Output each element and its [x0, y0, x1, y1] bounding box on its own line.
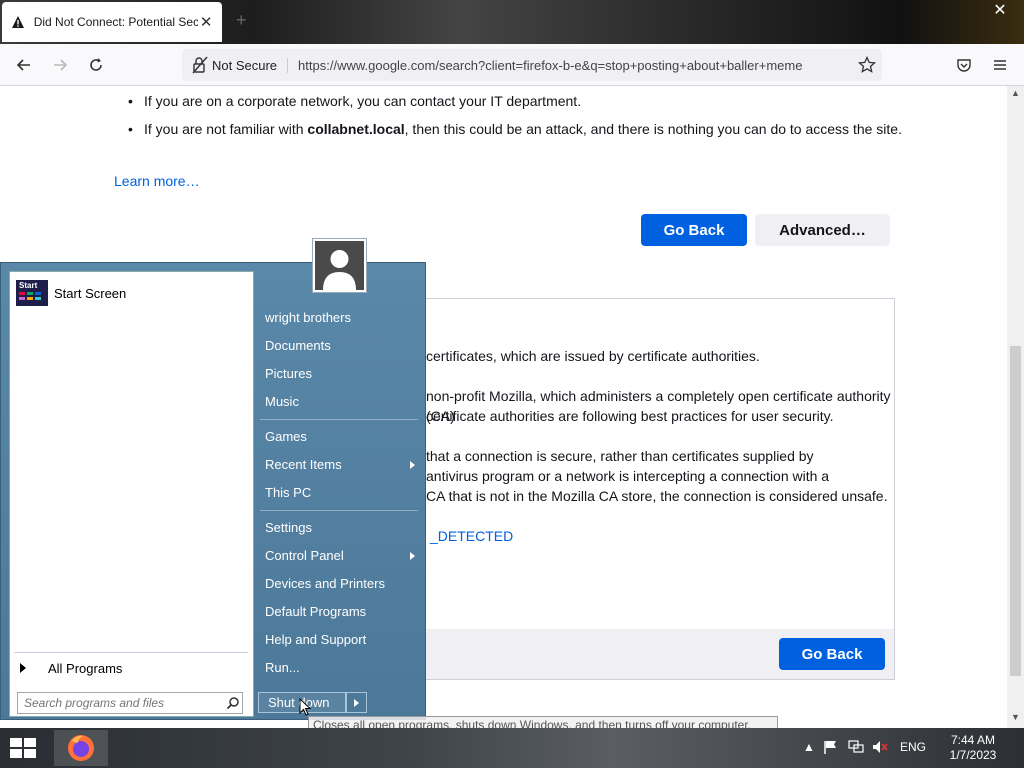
error-code-link[interactable]: _DETECTED: [430, 526, 513, 546]
active-tab[interactable]: Did Not Connect: Potential Security Issu…: [2, 2, 222, 42]
forward-icon[interactable]: [48, 53, 72, 77]
user-folder-item[interactable]: wright brothers: [265, 308, 415, 328]
pocket-icon[interactable]: [952, 53, 976, 77]
divider: [14, 652, 248, 653]
recent-items-label: Recent Items: [265, 457, 342, 472]
submenu-arrow-icon: [410, 552, 415, 560]
control-panel-label: Control Panel: [265, 548, 344, 563]
start-screen-icon: Start: [16, 280, 48, 306]
control-panel-item[interactable]: Control Panel: [265, 546, 415, 566]
search-icon[interactable]: [226, 696, 240, 710]
volume-muted-icon[interactable]: [872, 740, 888, 757]
search-programs-input[interactable]: [24, 696, 224, 710]
advice-item-attack: If you are not familiar with collabnet.l…: [128, 119, 908, 139]
expand-arrow-icon: [20, 663, 26, 673]
music-item[interactable]: Music: [265, 392, 415, 412]
divider: [260, 510, 418, 511]
action-center-flag-icon[interactable]: [823, 740, 839, 757]
submenu-arrow-icon: [410, 461, 415, 469]
help-support-item[interactable]: Help and Support: [265, 630, 415, 650]
browser-titlebar: Did Not Connect: Potential Security Issu…: [0, 0, 1024, 44]
scroll-down-icon[interactable]: ▼: [1011, 712, 1020, 722]
advice-item-corporate: If you are on a corporate network, you c…: [128, 91, 908, 111]
games-item[interactable]: Games: [265, 427, 415, 447]
back-icon[interactable]: [12, 53, 36, 77]
bookmark-star-icon[interactable]: [857, 55, 877, 74]
input-language[interactable]: ENG: [900, 740, 926, 754]
warning-icon: [10, 14, 26, 30]
window-close-button[interactable]: ✕: [990, 0, 1010, 20]
insecure-lock-icon[interactable]: [192, 56, 208, 74]
advice-text: If you are not familiar with: [144, 121, 308, 137]
devices-printers-item[interactable]: Devices and Printers: [265, 574, 415, 594]
menu-icon[interactable]: [988, 53, 1012, 77]
windows-start-icon[interactable]: [8, 736, 38, 760]
reload-icon[interactable]: [84, 53, 108, 77]
domain-name: collabnet.local: [307, 121, 405, 137]
search-programs-box[interactable]: [17, 692, 243, 714]
scrollbar-thumb[interactable]: [1010, 346, 1021, 676]
advanced-text: antivirus program or a network is interc…: [426, 468, 830, 484]
advanced-text: that a connection is secure, rather than…: [426, 448, 814, 464]
this-pc-item[interactable]: This PC: [265, 483, 415, 503]
all-programs-item[interactable]: All Programs: [20, 658, 122, 678]
mouse-cursor-icon: [299, 698, 311, 716]
firefox-icon: [68, 735, 94, 761]
pictures-item[interactable]: Pictures: [265, 364, 415, 384]
taskbar: ▲ ENG 7:44 AM 1/7/2023: [0, 728, 1024, 768]
address-bar[interactable]: Not Secure https://www.google.com/search…: [182, 49, 882, 81]
start-screen-label: Start Screen: [54, 285, 127, 301]
start-screen-item[interactable]: Start Start Screen: [16, 280, 126, 306]
tab-close-icon[interactable]: ✕: [198, 13, 214, 31]
documents-item[interactable]: Documents: [265, 336, 415, 356]
learn-more-link[interactable]: Learn more…: [114, 173, 200, 189]
url-text[interactable]: https://www.google.com/search?client=fir…: [298, 58, 846, 73]
user-avatar[interactable]: [312, 238, 367, 293]
all-programs-label: All Programs: [48, 660, 123, 676]
page-scrollbar[interactable]: ▲ ▼: [1007, 86, 1024, 728]
scroll-up-icon[interactable]: ▲: [1011, 88, 1020, 98]
run-item[interactable]: Run...: [265, 658, 415, 678]
settings-item[interactable]: Settings: [265, 518, 415, 538]
recent-items-item[interactable]: Recent Items: [265, 455, 415, 475]
go-back-button[interactable]: Go Back: [641, 214, 747, 246]
advice-list: If you are on a corporate network, you c…: [128, 91, 908, 147]
default-programs-item[interactable]: Default Programs: [265, 602, 415, 622]
advanced-text: CA that is not in the Mozilla CA store, …: [426, 488, 888, 504]
chevron-right-icon: [354, 698, 359, 707]
advanced-text: certificate authorities are following be…: [426, 408, 834, 424]
network-icon[interactable]: [848, 740, 864, 757]
programs-pane: Start Start Screen All Programs: [9, 271, 254, 717]
navigation-toolbar: Not Secure https://www.google.com/search…: [0, 44, 1024, 86]
shut-down-options-button[interactable]: [346, 692, 367, 713]
user-silhouette-icon: [315, 241, 364, 290]
clock-date: 1/7/2023: [949, 748, 997, 762]
advice-text: , then this could be an attack, and ther…: [404, 121, 902, 137]
go-back-button-secondary[interactable]: Go Back: [779, 638, 885, 670]
not-secure-label[interactable]: Not Secure: [212, 57, 289, 73]
tab-title: Did Not Connect: Potential Security Issu…: [33, 15, 199, 29]
show-hidden-icons-icon[interactable]: ▲: [803, 740, 815, 754]
advanced-text: certificates, which are issued by certif…: [426, 348, 760, 364]
clock-time: 7:44 AM: [950, 733, 996, 747]
new-tab-button[interactable]: +: [236, 10, 247, 31]
system-clock[interactable]: 7:44 AM 1/7/2023: [940, 733, 1006, 763]
firefox-taskbar-button[interactable]: [54, 730, 108, 766]
advanced-button[interactable]: Advanced…: [755, 214, 890, 246]
divider: [260, 419, 418, 420]
